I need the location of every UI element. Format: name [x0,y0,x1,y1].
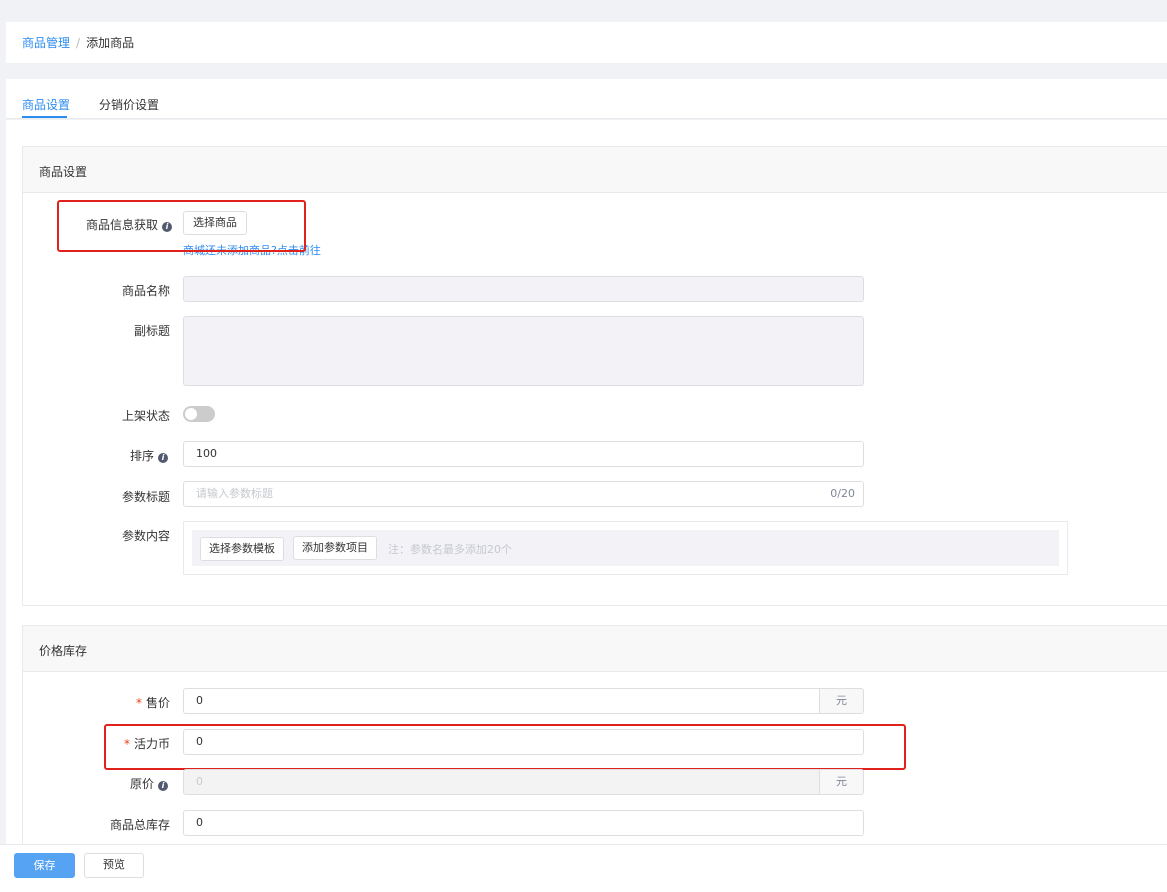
sort-input[interactable]: 100 [183,441,864,467]
product-name-input[interactable] [183,276,864,302]
param-title-counter: 0/20 [830,487,855,500]
info-icon: i [158,453,169,463]
sort-label-text: 排序 [130,449,155,463]
sort-label: 排序 i [130,447,169,464]
select-param-template-button[interactable]: 选择参数模板 [200,537,284,561]
tabs-bar [6,79,1167,119]
save-button[interactable]: 保存 [14,853,75,878]
listing-status-label: 上架状态 [122,409,171,423]
card-header: 价格库存 [23,626,1167,672]
highlight-box-fetch-info [57,200,306,252]
product-name-label: 商品名称 [122,284,171,298]
card-title: 商品设置 [39,165,88,179]
preview-button[interactable]: 预览 [84,853,144,878]
original-price-unit: 元 [819,769,864,795]
param-title-label: 参数标题 [122,490,171,504]
required-mark: * [136,696,142,710]
subtitle-label: 副标题 [134,324,171,338]
breadcrumb-current: 添加商品 [86,36,135,50]
subtitle-textarea[interactable] [183,316,864,386]
footer-bar [0,844,1167,892]
add-param-item-button[interactable]: 添加参数项目 [293,536,377,560]
original-price-input[interactable]: 0 [183,769,820,795]
breadcrumb-separator: / [76,36,81,50]
tab-product-settings[interactable]: 商品设置 [22,96,70,113]
breadcrumb-bar [6,22,1167,63]
sale-price-input[interactable]: 0 [183,688,820,714]
top-strip [0,0,1167,6]
param-title-placeholder: 请输入参数标题 [196,487,273,500]
info-icon: i [158,781,169,791]
original-price-label: 原价 i [130,775,169,792]
param-title-input[interactable]: 请输入参数标题 0/20 [183,481,864,507]
param-content-label: 参数内容 [122,529,171,543]
sale-price-label-text: 售价 [146,696,171,710]
toggle-knob [185,408,197,420]
sale-price-unit: 元 [819,688,864,714]
highlight-box-coins [104,724,906,770]
breadcrumb-link-product-management[interactable]: 商品管理 [22,36,70,50]
card-title: 价格库存 [39,644,88,658]
param-note: 注：参数名最多添加20个 [388,543,512,556]
original-price-label-text: 原价 [130,777,155,791]
card-header: 商品设置 [23,147,1167,193]
stock-input[interactable]: 0 [183,810,864,836]
active-tab-indicator [22,116,67,118]
tab-distribution-price[interactable]: 分销价设置 [99,96,159,113]
stock-label: 商品总库存 [110,818,171,832]
breadcrumb: 商品管理 / 添加商品 [22,34,134,51]
sale-price-label: * 售价 [136,694,170,711]
listing-status-toggle[interactable] [183,406,215,422]
